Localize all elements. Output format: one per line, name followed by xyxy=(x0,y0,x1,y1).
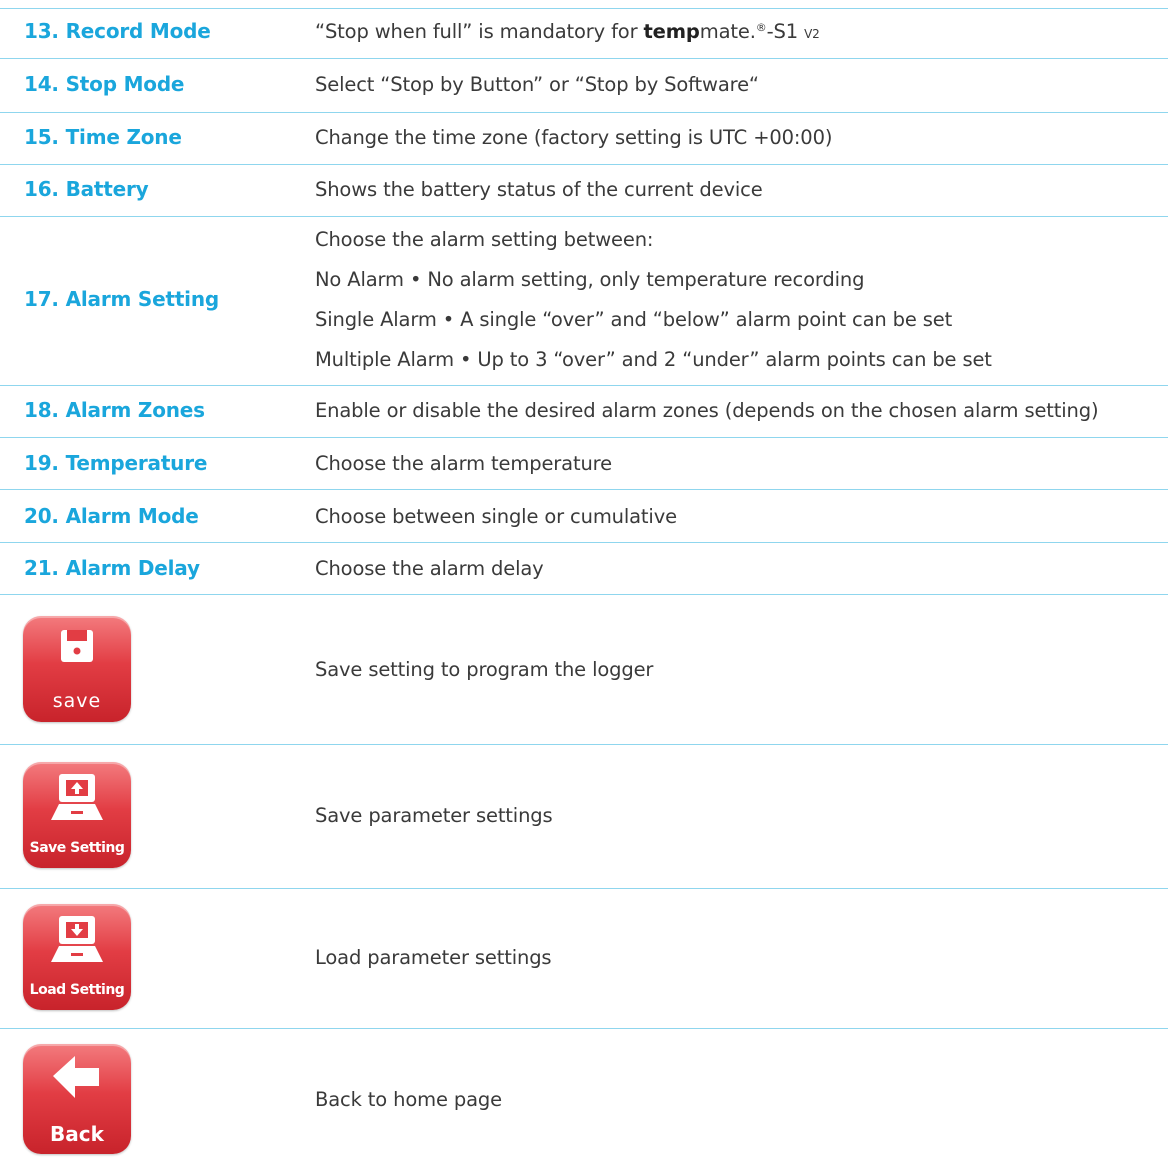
row-description: Shows the battery status of the current … xyxy=(315,178,763,201)
row-description: “Stop when full” is mandatory for tempma… xyxy=(315,20,820,43)
version-text: V2 xyxy=(804,27,820,41)
brand-bold-text: temp xyxy=(643,20,700,43)
button-caption: Save Setting xyxy=(29,840,125,856)
registered-mark: ® xyxy=(755,21,767,34)
row-label: 14. Stop Mode xyxy=(24,72,185,96)
model-text: -S1 xyxy=(766,20,805,43)
row-description: Select “Stop by Button” or “Stop by Soft… xyxy=(315,73,759,96)
back-button[interactable]: Back xyxy=(23,1044,131,1154)
row-label: 17. Alarm Setting xyxy=(24,287,219,311)
save-setting-button[interactable]: Save Setting xyxy=(23,762,131,868)
row-label: 21. Alarm Delay xyxy=(24,556,200,580)
row-description: Choose the alarm delay xyxy=(315,557,544,580)
divider xyxy=(0,216,1168,217)
divider xyxy=(0,542,1168,543)
divider xyxy=(0,437,1168,438)
row-description: Choose the alarm setting between: No Ala… xyxy=(315,220,992,380)
row-description: Back to home page xyxy=(315,1088,502,1111)
button-caption: Back xyxy=(50,1122,104,1146)
row-description: Choose the alarm temperature xyxy=(315,452,612,475)
row-description: Load parameter settings xyxy=(315,946,552,969)
button-caption: Load Setting xyxy=(29,982,125,998)
description-line: Choose the alarm setting between: xyxy=(315,228,654,251)
row-description-text: “Stop when full” is mandatory for xyxy=(315,20,644,43)
brand-text: mate. xyxy=(699,20,756,43)
divider xyxy=(0,888,1168,889)
divider xyxy=(0,164,1168,165)
row-description: Enable or disable the desired alarm zone… xyxy=(315,399,1099,422)
divider xyxy=(0,112,1168,113)
row-description: Save parameter settings xyxy=(315,804,553,827)
row-label: 19. Temperature xyxy=(24,451,208,475)
divider xyxy=(0,385,1168,386)
divider xyxy=(0,8,1168,9)
row-label: 18. Alarm Zones xyxy=(24,398,205,422)
divider xyxy=(0,1028,1168,1029)
divider xyxy=(0,744,1168,745)
description-line: Single Alarm • A single “over” and “belo… xyxy=(315,308,953,331)
row-description: Save setting to program the logger xyxy=(315,658,654,681)
divider xyxy=(0,594,1168,595)
divider xyxy=(0,489,1168,490)
row-description: Change the time zone (factory setting is… xyxy=(315,126,833,149)
button-caption: save xyxy=(52,690,102,712)
parameter-reference-table: 13. Record Mode “Stop when full” is mand… xyxy=(0,0,1168,1162)
row-description: Choose between single or cumulative xyxy=(315,505,677,528)
row-label: 16. Battery xyxy=(24,177,149,201)
row-label: 20. Alarm Mode xyxy=(24,504,199,528)
row-label: 15. Time Zone xyxy=(24,125,182,149)
description-line: Multiple Alarm • Up to 3 “over” and 2 “u… xyxy=(315,348,992,371)
load-setting-button[interactable]: Load Setting xyxy=(23,904,131,1010)
description-line: No Alarm • No alarm setting, only temper… xyxy=(315,268,865,291)
divider xyxy=(0,58,1168,59)
save-button[interactable]: save xyxy=(23,616,131,722)
row-label: 13. Record Mode xyxy=(24,19,211,43)
